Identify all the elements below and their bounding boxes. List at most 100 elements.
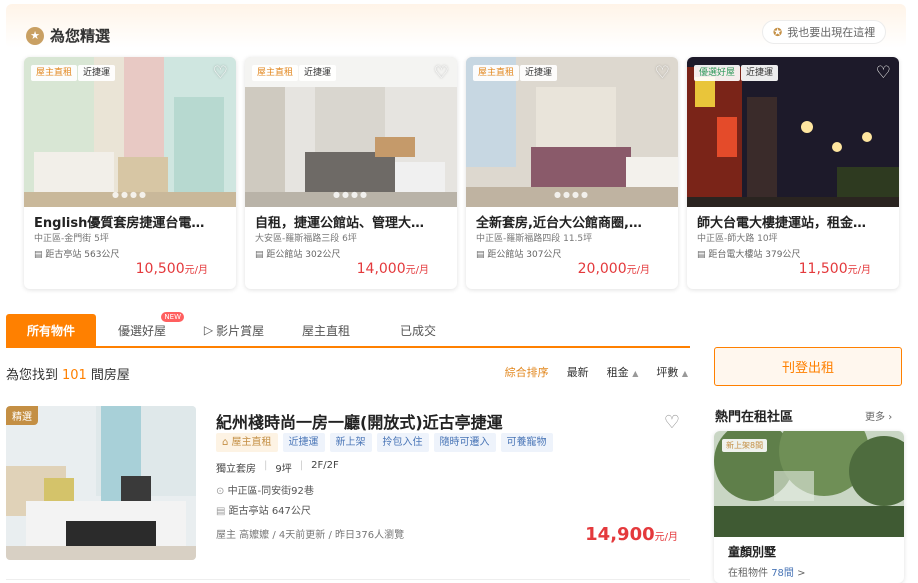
listing-address: ⊙ 中正區-同安街92巷 <box>216 482 314 497</box>
card-price-value: 20,000 <box>577 261 627 277</box>
listing-meta: 屋主 高嬤嬤 / 4天前更新 / 昨日376人瀏覽 <box>216 530 405 541</box>
featured-card-photo[interactable]: 優選好屋 近捷運 ♡ <box>687 57 899 207</box>
attr-divider: | <box>299 460 304 471</box>
card-distance: ▤ 距台電大樓站 379公尺 <box>697 250 801 260</box>
listing-tag: 近捷運 <box>282 433 325 452</box>
featured-card-photo[interactable]: 屋主直租 近捷運 ♡ ●●●● <box>466 57 678 207</box>
favorite-heart-icon[interactable]: ♡ <box>664 412 680 433</box>
featured-cards: 屋主直租 近捷運 ♡ ●●●● English優質套房捷運台電… 中正區-金門街… <box>24 57 899 289</box>
community-count-value: 78間 <box>771 568 794 579</box>
listing-photo[interactable]: 精選 <box>6 406 196 560</box>
sort-newest[interactable]: 最新 <box>567 364 589 380</box>
featured-card[interactable]: 屋主直租 近捷運 ♡ ●●●● 自租，捷運公館站、管理大… 大安區-羅斯福路三段… <box>245 57 457 289</box>
carousel-dots[interactable]: ●●●● <box>466 190 678 199</box>
tab-video[interactable]: ▷ 影片賞屋 <box>188 314 280 346</box>
divider <box>6 579 690 580</box>
community-card[interactable]: 新上架8間 童顏別墅 在租物件 78間 > <box>714 431 904 583</box>
sort-rent[interactable]: 租金 ▲ <box>607 364 639 380</box>
play-icon: ▷ <box>203 323 214 337</box>
listing-tag: 拎包入住 <box>376 433 429 452</box>
featured-card[interactable]: 優選好屋 近捷運 ♡ 師大台電大樓捷運站，租金… 中正區-師大路 10坪 ▤ 距… <box>687 57 899 289</box>
result-count: 為您找到 101 間房屋 <box>6 364 130 383</box>
card-distance: ▤ 距公館站 307公尺 <box>476 250 562 260</box>
listing-title[interactable]: 紀州棧時尚一房一廳(開放式)近古亭捷運 <box>216 409 503 433</box>
more-link-label: 更多 <box>865 412 885 423</box>
featured-card[interactable]: 屋主直租 近捷運 ♡ ●●●● 全新套房,近台大公館商圈,… 中正區-羅斯福路四… <box>466 57 678 289</box>
result-prefix: 為您找到 <box>6 368 59 383</box>
card-distance: ▤ 距公館站 302公尺 <box>255 250 341 260</box>
featured-card[interactable]: 屋主直租 近捷運 ♡ ●●●● English優質套房捷運台電… 中正區-金門街… <box>24 57 236 289</box>
tab-preferred[interactable]: 優選好屋 NEW <box>96 312 188 346</box>
sort-arrow-icon: ▲ <box>681 369 688 378</box>
listing-room-photo <box>6 406 196 560</box>
attr-divider: | <box>264 460 268 471</box>
card-distance-text: 距公館站 302公尺 <box>266 250 341 260</box>
favorite-heart-icon[interactable]: ♡ <box>434 63 449 83</box>
favorite-heart-icon[interactable]: ♡ <box>655 63 670 83</box>
card-title[interactable]: 自租，捷運公館站、管理大… <box>255 212 445 231</box>
card-price-unit: 元/月 <box>184 265 208 276</box>
tag-owner: 屋主直租 <box>31 65 78 81</box>
sort-arrow-icon: ▲ <box>632 369 639 378</box>
listing-tags: ⌂ 屋主直租 近捷運 新上架 拎包入住 隨時可遷入 可養寵物 <box>216 433 553 452</box>
tag-mrt: 近捷運 <box>78 65 116 81</box>
new-badge: NEW <box>161 312 184 322</box>
carousel-dots[interactable]: ●●●● <box>245 190 457 199</box>
favorite-heart-icon[interactable]: ♡ <box>213 63 228 83</box>
featured-card-photo[interactable]: 屋主直租 近捷運 ♡ ●●●● <box>245 57 457 207</box>
community-new-badge: 新上架8間 <box>722 439 768 452</box>
community-count-suffix: > <box>797 568 806 579</box>
card-price: 14,000元/月 <box>357 261 429 277</box>
card-title[interactable]: English優質套房捷運台電… <box>34 212 224 231</box>
owner-icon: ⌂ <box>222 437 232 448</box>
sort-default[interactable]: 綜合排序 <box>505 364 549 380</box>
card-distance-text: 距台電大樓站 379公尺 <box>708 250 801 260</box>
sort-area[interactable]: 坪數 ▲ <box>656 364 688 380</box>
listing-tag-text: 屋主直租 <box>231 437 272 448</box>
card-price-unit: 元/月 <box>847 265 871 276</box>
more-link[interactable]: 更多 › <box>865 408 892 423</box>
tag-mrt: 近捷運 <box>520 65 558 81</box>
listing-distance-text: 距古亭站 647公尺 <box>228 506 311 517</box>
listing-address-text: 中正區-同安街92巷 <box>227 486 314 497</box>
tag-preferred: 優選好屋 <box>694 65 741 81</box>
listing-tabs: 所有物件 優選好屋 NEW ▷ 影片賞屋 屋主直租 已成交 <box>6 312 690 348</box>
train-icon: ▤ <box>216 506 229 517</box>
listing-tag: ⌂ 屋主直租 <box>216 433 278 452</box>
card-price: 11,500元/月 <box>799 261 871 277</box>
community-photo[interactable]: 新上架8間 <box>714 431 904 537</box>
card-price-unit: 元/月 <box>405 265 429 276</box>
tag-mrt: 近捷運 <box>299 65 337 81</box>
card-distance-text: 距公館站 307公尺 <box>487 250 562 260</box>
listing-attributes: 獨立套房 | 9坪 | 2F/2F <box>216 460 339 475</box>
listing-item[interactable]: 精選 紀州棧時尚一房一廳(開放式)近古亭捷運 ♡ ⌂ 屋主直租 近捷運 新上架 … <box>6 404 690 570</box>
tab-preferred-label: 優選好屋 <box>117 323 166 338</box>
hot-communities-title: 熱門在租社區 <box>715 410 794 425</box>
tab-owner[interactable]: 屋主直租 <box>280 314 372 346</box>
community-count[interactable]: 在租物件 78間 > <box>728 564 806 579</box>
sort-rent-label: 租金 <box>606 366 629 379</box>
featured-card-photo[interactable]: 屋主直租 近捷運 ♡ ●●●● <box>24 57 236 207</box>
listing-distance: ▤ 距古亭站 647公尺 <box>216 502 311 517</box>
sort-options: 綜合排序 最新 租金 ▲ 坪數 ▲ <box>505 364 688 380</box>
tag-mrt: 近捷運 <box>741 65 779 81</box>
card-price-value: 14,000 <box>356 261 406 277</box>
result-number: 101 <box>62 368 87 383</box>
sort-area-label: 坪數 <box>656 366 679 379</box>
featured-title: ★ 為您精選 <box>26 25 110 46</box>
community-name[interactable]: 童顏別墅 <box>728 543 776 560</box>
card-title[interactable]: 全新套房,近台大公館商圈,… <box>476 212 666 231</box>
card-title[interactable]: 師大台電大樓捷運站，租金… <box>697 212 887 231</box>
promo-label: 我也要出現在這裡 <box>787 26 876 39</box>
promo-button[interactable]: ✪ 我也要出現在這裡 <box>762 20 887 44</box>
listing-area: 9坪 <box>275 464 292 475</box>
tab-closed[interactable]: 已成交 <box>372 314 464 346</box>
featured-title-text: 為您精選 <box>50 27 111 45</box>
post-listing-button[interactable]: 刊登出租 <box>714 347 902 386</box>
favorite-heart-icon[interactable]: ♡ <box>876 63 891 83</box>
carousel-dots[interactable]: ●●●● <box>24 190 236 199</box>
listing-price-value: 14,900 <box>585 524 655 545</box>
tab-all[interactable]: 所有物件 <box>6 314 96 346</box>
card-price-value: 10,500 <box>135 261 185 277</box>
tag-owner: 屋主直租 <box>252 65 299 81</box>
